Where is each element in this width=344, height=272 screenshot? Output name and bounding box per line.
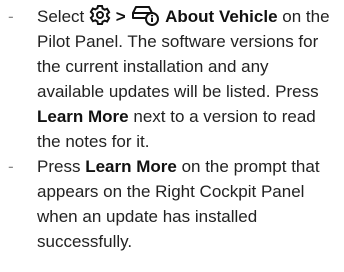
car-info-icon bbox=[130, 4, 160, 26]
bullet-dash: - bbox=[8, 7, 14, 26]
bullet-dash: - bbox=[8, 157, 14, 176]
gear-icon bbox=[89, 4, 111, 26]
step-prefix: Press bbox=[37, 157, 81, 176]
step-prefix: Select bbox=[37, 7, 85, 26]
learn-more-label: Learn More bbox=[85, 157, 177, 176]
step-text: Press Learn More on the prompt that appe… bbox=[37, 154, 337, 254]
about-vehicle-label: About Vehicle bbox=[165, 7, 278, 26]
step-text: Select > About Vehicle on the Pilot Pane… bbox=[37, 4, 337, 154]
chevron-separator: > bbox=[115, 7, 126, 26]
step-suffix: on the prompt that appears on the Right … bbox=[37, 157, 320, 251]
learn-more-label: Learn More bbox=[37, 107, 129, 126]
